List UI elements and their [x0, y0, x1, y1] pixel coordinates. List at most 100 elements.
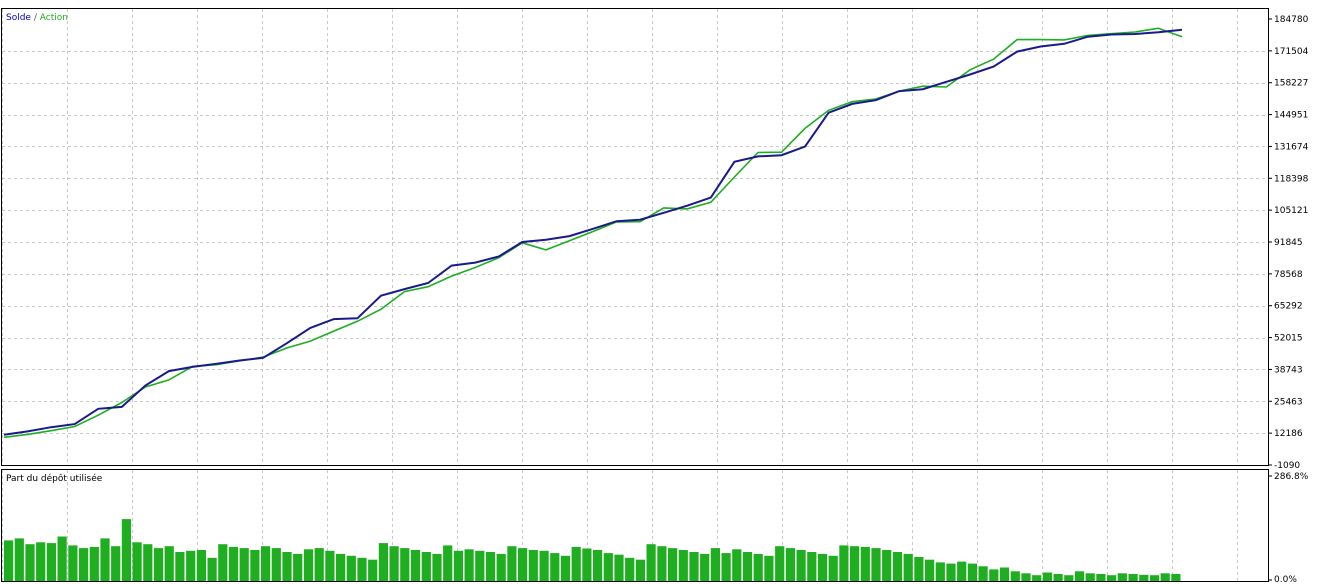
deposit-bar	[807, 552, 817, 581]
deposit-bar	[871, 548, 881, 581]
deposit-bar	[389, 546, 399, 581]
deposit-bar	[293, 553, 303, 581]
y-tick-label: 65292	[1274, 302, 1303, 312]
legend-entry-action: Action	[40, 13, 68, 23]
deposit-bar	[518, 548, 528, 581]
deposit-bar	[143, 544, 153, 581]
deposit-bar	[239, 548, 249, 581]
deposit-bar	[721, 553, 731, 581]
deposit-bar	[1032, 575, 1042, 581]
y-tick-label: 184780	[1274, 15, 1309, 25]
y-tick-label: 131674	[1274, 142, 1309, 152]
deposit-bar	[539, 550, 549, 581]
deposit-bar	[410, 550, 421, 581]
deposit-bar	[914, 557, 924, 581]
deposit-bar	[1149, 575, 1160, 581]
deposit-bar	[421, 552, 431, 581]
deposit-bar	[828, 555, 838, 581]
deposit-bar	[218, 544, 228, 581]
deposit-bar	[36, 542, 46, 581]
deposit-bar	[817, 553, 828, 581]
deposit-bar	[571, 546, 581, 581]
deposit-bar	[646, 544, 656, 581]
y-tick-label: -1090	[1274, 461, 1300, 471]
deposit-bar	[1107, 575, 1117, 581]
deposit-bar	[1010, 571, 1020, 581]
deposit-bar	[839, 545, 849, 581]
deposit-bar	[357, 557, 367, 581]
deposit-bar	[282, 552, 292, 581]
deposit-bar	[700, 553, 710, 581]
chart-background	[0, 0, 1336, 584]
deposit-bar	[196, 550, 206, 581]
deposit-bar	[1139, 574, 1149, 581]
deposit-bar	[507, 546, 517, 581]
deposit-bar	[1160, 573, 1170, 581]
y-tick-label: 0.0%	[1274, 575, 1297, 584]
y-tick-label: 105121	[1274, 206, 1308, 216]
deposit-bar	[668, 548, 678, 581]
deposit-bar	[378, 543, 388, 581]
deposit-bar	[175, 552, 185, 581]
y-tick-label: 38743	[1274, 365, 1303, 375]
deposit-bar	[303, 549, 314, 581]
deposit-bar	[121, 519, 131, 581]
deposit-bar	[1117, 573, 1127, 581]
deposit-bar	[1064, 575, 1074, 581]
deposit-bar	[999, 567, 1010, 581]
bottom-panel-title: Part du dépôt utilisée	[6, 473, 103, 484]
equity-chart: 184780 171504 158227 144951 131674 118398 1051…	[0, 0, 1336, 584]
deposit-bar	[550, 553, 560, 581]
legend-entry-solde: Solde	[6, 13, 31, 23]
y-tick-label: 171504	[1274, 47, 1309, 57]
deposit-bar	[1171, 574, 1181, 581]
deposit-bar	[710, 548, 720, 581]
deposit-bar	[946, 563, 956, 581]
deposit-bar	[346, 555, 356, 581]
y-tick-label: 118398	[1274, 174, 1309, 184]
deposit-bar	[368, 559, 378, 581]
deposit-bar	[625, 557, 635, 581]
deposit-bar	[153, 548, 164, 581]
deposit-bar	[764, 555, 774, 581]
deposit-bar	[314, 548, 324, 581]
deposit-bar	[593, 550, 603, 581]
deposit-bar	[25, 544, 35, 581]
y-tick-label: 286.8%	[1274, 472, 1309, 482]
deposit-bar	[1053, 574, 1063, 581]
deposit-bar	[336, 553, 346, 581]
deposit-bar	[228, 546, 239, 581]
deposit-bar	[925, 559, 935, 581]
deposit-bar	[250, 550, 260, 581]
deposit-bar	[68, 545, 78, 581]
deposit-bar	[14, 538, 24, 581]
deposit-bar	[46, 543, 56, 581]
deposit-bar	[207, 557, 217, 581]
deposit-bar	[796, 550, 806, 581]
deposit-bar	[89, 546, 99, 581]
deposit-bar	[464, 549, 474, 581]
deposit-bar	[261, 546, 271, 581]
deposit-bar	[967, 563, 977, 581]
y-tick-label: 91845	[1274, 238, 1303, 248]
deposit-bar	[935, 562, 945, 581]
deposit-bar	[775, 546, 785, 581]
y-tick-label: 144951	[1274, 111, 1308, 121]
deposit-bar	[614, 554, 624, 581]
deposit-bar	[132, 542, 142, 581]
deposit-bar	[742, 552, 753, 581]
deposit-bar	[635, 559, 645, 581]
y-tick-label: 52015	[1274, 334, 1303, 344]
deposit-bar	[79, 548, 89, 581]
deposit-bar	[785, 548, 795, 581]
deposit-bar	[1096, 574, 1106, 581]
deposit-bar	[111, 546, 121, 581]
deposit-bar	[186, 550, 196, 581]
deposit-bar	[432, 553, 442, 581]
y-tick-label: 25463	[1274, 397, 1303, 407]
deposit-bar	[475, 550, 485, 581]
deposit-bar	[100, 538, 110, 581]
deposit-bar	[603, 553, 613, 581]
deposit-bar	[978, 566, 988, 581]
deposit-bar	[882, 550, 892, 581]
